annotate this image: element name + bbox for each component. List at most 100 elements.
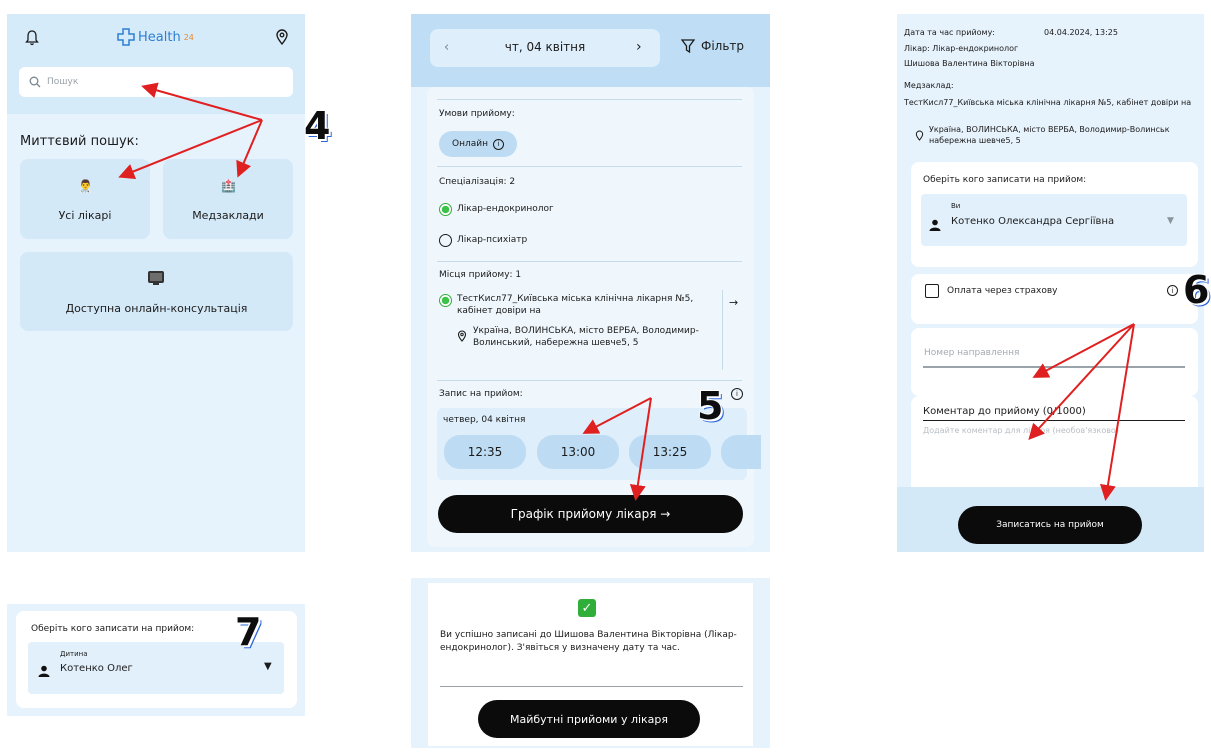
online-label: Онлайн [452,139,488,149]
datetime-value: 04.04.2024, 13:25 [1044,28,1118,37]
search-input[interactable]: Пошук [19,67,293,97]
step-5-label: 5 [697,384,724,428]
referral-card [911,328,1198,396]
all-doctors-label: Усі лікарі [58,209,112,222]
spec-radio-psychiatrist[interactable] [439,234,452,247]
online-consult-tile[interactable]: Доступна онлайн-консультація [20,252,293,331]
panel-doctor-card: ‹ чт, 04 квітня › Фільтр Умови прийому: … [411,14,770,552]
patient-select[interactable]: Ви Котенко Олександра Сергіївна ▼ [921,194,1187,246]
med-facilities-tile[interactable]: 🏥 Медзаклади [163,159,293,239]
future-appointments-label: Майбутні прийоми у лікаря [509,712,669,726]
spec-radio-endocrinologist[interactable] [439,203,452,216]
doctor-name: Шишова Валентина Вікторівна [904,59,1035,68]
online-consult-label: Доступна онлайн-консультація [65,302,248,315]
info-icon[interactable]: i [1167,285,1178,296]
place-border [722,290,723,370]
place-address: Україна, ВОЛИНСЬКА, місто ВЕРБА, Володим… [473,326,699,348]
person-icon [38,662,50,681]
facility-label: Медзаклад: [904,81,954,90]
who-name: Котенко Олександра Сергіївна [951,216,1115,227]
booking-label: Запис на прийом: [439,389,523,399]
conditions-label: Умови прийому: [439,109,515,119]
search-icon [29,76,41,88]
divider [437,380,742,381]
step-7-label: 7 [235,610,262,654]
submit-button-label: Записатись на прийом [996,520,1104,530]
doctor-icon: 👨‍⚕️ [78,179,93,193]
filter-icon [681,39,695,53]
panel-home-search: Health 24 Пошук Миттєвий пошук: 👨‍⚕️ Усі… [7,14,305,552]
submit-button[interactable]: Записатись на прийом [958,506,1142,544]
who-label: Оберіть кого записати на прийом: [923,175,1087,185]
slot-1325[interactable]: 13:25 [629,435,711,469]
panel-success: ✓ Ви успішно записані до Шишова Валентин… [411,578,770,748]
divider [437,166,742,167]
who-sub: Дитина [60,650,88,658]
who-name: Котенко Олег [60,663,133,674]
who-sub: Ви [951,202,961,210]
panel-booking-form: Дата та час прийому: 04.04.2024, 13:25 Л… [897,14,1204,552]
future-appointments-button[interactable]: Майбутні прийоми у лікаря [478,700,700,738]
places-label: Місця прийому: 1 [439,270,522,280]
chevron-right-icon[interactable]: › [636,39,642,55]
place-name: ТестКисл77_Київська міська клінічна ліка… [457,294,694,316]
insurance-label: Оплата через страхову [947,286,1058,296]
all-doctors-tile[interactable]: 👨‍⚕️ Усі лікарі [20,159,150,239]
instant-search-heading: Миттєвий пошук: [20,134,139,149]
success-text: Ви успішно записані до Шишова Валентина … [440,630,737,653]
referral-placeholder: Номер направлення [924,348,1020,358]
info-icon[interactable]: i [492,138,504,150]
day-label: четвер, 04 квітня [443,415,526,425]
online-pill: Онлайн i [439,131,517,157]
person-icon [929,216,941,235]
insurance-checkbox[interactable] [925,284,939,298]
info-icon[interactable]: i [731,388,743,400]
cross-icon [117,28,135,46]
chevron-down-icon[interactable]: ▼ [1167,216,1174,226]
comment-label: Коментар до прийому (0/1000) [923,406,1086,417]
slot-time: 13:25 [652,445,688,459]
hospital-icon: 🏥 [221,179,236,193]
med-facilities-label: Медзаклади [192,209,264,222]
referral-input[interactable] [923,366,1185,368]
chevron-down-icon[interactable]: ▼ [264,661,272,672]
bell-icon[interactable] [25,30,39,50]
location-icon [915,126,924,145]
spec-psychiatrist-label: Лікар-психіатр [457,235,528,245]
schedule-button-label: Графік прийому лікаря → [510,507,671,521]
brand-name: Health [138,29,181,45]
facility-address: Україна, ВОЛИНСЬКА, місто ВЕРБА, Володим… [929,125,1170,145]
search-placeholder: Пошук [47,77,79,87]
slot-more[interactable] [721,435,761,469]
insurance-card [911,274,1198,324]
doctor-line: Лікар: Лікар-ендокринолог [904,44,1019,53]
slot-time: 12:35 [467,445,503,459]
tv-icon [147,270,165,290]
step-6-label: 6 [1183,268,1210,312]
date-picker[interactable]: ‹ чт, 04 квітня › [430,29,660,67]
step-4-label: 4 [304,104,331,148]
location-icon [457,327,467,346]
slot-1300[interactable]: 13:00 [537,435,619,469]
location-icon[interactable] [275,29,289,49]
facility-name: ТестКисл77_Київська міська клінічна ліка… [904,98,1192,107]
divider [440,686,743,687]
filter-label: Фільтр [701,39,745,53]
datetime-label: Дата та час прийому: [904,28,995,37]
who-label: Оберіть кого записати на прийом: [31,624,195,634]
brand-sup: 24 [183,32,194,42]
divider [437,261,742,262]
comment-underline [923,420,1185,421]
comment-input[interactable]: Додайте коментар для лікаря (необов'язко… [923,426,1193,435]
schedule-button[interactable]: Графік прийому лікаря → [438,495,743,533]
brand-logo: Health 24 [117,28,194,46]
place-arrow-icon[interactable]: → [729,296,738,309]
slot-1235[interactable]: 12:35 [444,435,526,469]
date-value: чт, 04 квітня [504,40,586,54]
filter-button[interactable]: Фільтр [681,39,744,53]
specialization-label: Спеціалізація: 2 [439,177,516,187]
slot-time: 13:00 [560,445,596,459]
spec-endocrinologist-label: Лікар-ендокринолог [457,204,554,214]
check-icon: ✓ [578,599,596,617]
place-radio[interactable] [439,294,452,307]
